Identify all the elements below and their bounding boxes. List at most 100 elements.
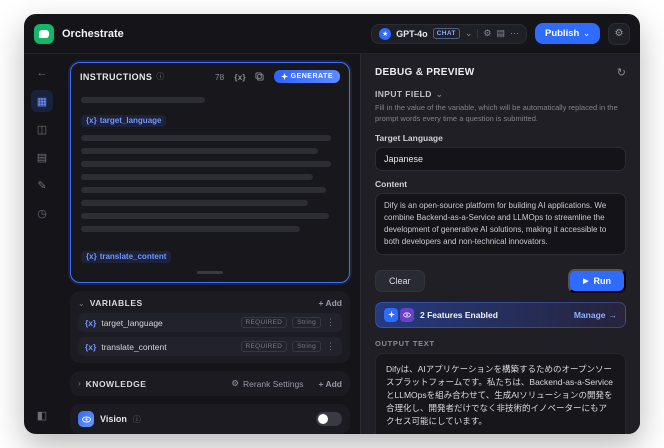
collapse-panel-icon[interactable]: ◧ [31,404,53,426]
prompt-log-icon[interactable]: ▤ [496,29,505,38]
output-text: Difyは、AIアプリケーションを構築するためのオープンソースプラットフォームで… [386,363,614,427]
model-mode-badge: CHAT [432,28,460,39]
field-label-target-language: Target Language [375,132,443,143]
content-textarea[interactable]: Dify is an open-source platform for buil… [375,192,626,255]
rerank-settings-button[interactable]: ⚙ Rerank Settings [231,378,303,389]
sparkle-icon [280,73,288,80]
app-settings-icon[interactable]: ⚙ [608,22,630,45]
variable-chip[interactable]: {x} translate_content [81,250,172,263]
variable-menu-icon[interactable]: ⋮ [326,317,335,328]
text-skeleton [81,213,329,219]
field-label-content: Content [375,178,408,189]
variable-token: {x} [85,317,97,328]
input-field-description: Fill in the value of the variable, which… [375,103,618,123]
clear-button[interactable]: Clear [375,269,425,292]
variable-menu-icon[interactable]: ⋮ [326,341,335,352]
feature-prompt-icon [384,307,398,322]
debug-preview-title: DEBUG & PREVIEW [375,67,475,78]
debug-preview-panel: DEBUG & PREVIEW ↻ INPUT FIELD ⌄ Fill in … [360,54,640,434]
orchestrate-panel: INSTRUCTIONS ⓘ 78 {x} GENERATE {x} targe… [60,54,360,434]
vision-section: Vision ⓘ [70,404,350,434]
app-logo-icon [34,23,54,44]
manage-label: Manage [573,309,606,320]
text-skeleton [81,148,319,154]
run-button[interactable]: ▶ Run [568,268,626,293]
prompt-content[interactable]: {x} target_language {x} translate_conten… [71,86,349,282]
generate-button[interactable]: GENERATE [273,70,340,83]
knowledge-section: › KNOWLEDGE ⚙ Rerank Settings + Add [70,371,350,396]
instructions-editor[interactable]: INSTRUCTIONS ⓘ 78 {x} GENERATE {x} targe… [70,62,350,283]
more-options-icon[interactable]: ⋯ [510,29,519,38]
features-bar[interactable]: 2 Features Enabled Manage → [375,301,626,328]
back-icon[interactable]: ← [31,62,53,84]
publish-label: Publish [544,28,580,39]
required-badge: REQUIRED [240,341,288,352]
add-knowledge-button[interactable]: + Add [318,379,342,389]
variable-chip-label: target_language [99,116,162,125]
scroll-indicator[interactable] [197,271,223,274]
text-skeleton [81,200,309,206]
variable-chip[interactable]: {x} target_language [81,114,167,127]
nav-annotations-icon[interactable]: ✎ [31,174,53,196]
model-settings-icon[interactable]: ⚙ [483,29,491,38]
target-language-input[interactable] [375,146,626,171]
chevron-right-icon[interactable]: › [78,379,81,388]
text-skeleton [81,174,314,180]
copy-icon[interactable] [255,72,264,81]
type-badge[interactable]: String [292,341,321,352]
text-skeleton [81,187,327,193]
type-badge[interactable]: String [292,317,321,328]
nav-logs-icon[interactable]: ▤ [31,146,53,168]
model-name: GPT-4o [396,28,428,39]
sliders-icon: ⚙ [231,378,239,388]
model-selector[interactable]: ★ GPT-4o CHAT ⌄ ⚙ ▤ ⋯ [371,23,527,44]
manage-features-button[interactable]: Manage → [574,310,617,320]
nav-api-access-icon[interactable]: ◫ [31,118,53,140]
variables-title: VARIABLES [89,298,143,308]
chevron-down-icon: ⌄ [464,28,473,38]
variables-section: ⌄ VARIABLES + Add {x} target_language RE… [70,291,350,363]
play-icon: ▶ [583,277,589,285]
knowledge-title: KNOWLEDGE [85,378,147,389]
rerank-settings-label: Rerank Settings [242,378,304,389]
refresh-icon[interactable]: ↻ [617,66,626,79]
variable-row[interactable]: {x} translate_content REQUIRED String ⋮ [78,337,342,356]
variable-name: target_language [101,317,163,328]
publish-button[interactable]: Publish ⌄ [534,23,600,44]
top-header: Orchestrate ★ GPT-4o CHAT ⌄ ⚙ ▤ ⋯ Publis… [24,14,640,54]
nav-orchestrate-icon[interactable]: ▦ [31,90,53,112]
add-variable-button[interactable]: + Add [318,298,342,308]
model-icon: ★ [379,27,392,40]
vision-icon [78,411,94,427]
output-card: Difyは、AIアプリケーションを構築するためのオープンソースプラットフォームで… [375,352,626,434]
variable-name: translate_content [101,341,167,352]
text-skeleton [81,135,332,141]
vision-toggle[interactable] [316,412,342,426]
nav-monitoring-icon[interactable]: ◷ [31,202,53,224]
page-title: Orchestrate [62,27,124,40]
vision-label: Vision [100,414,127,424]
required-badge: REQUIRED [240,317,288,328]
generate-label: GENERATE [290,73,333,80]
feature-vision-icon [400,307,414,322]
variable-token: {x} [86,252,97,261]
arrow-right-icon: → [608,309,618,320]
info-icon: ⓘ [156,72,165,81]
text-skeleton [81,161,332,167]
info-icon: ⓘ [132,414,141,424]
chevron-down-icon[interactable]: ⌄ [78,299,85,308]
variable-chip-label: translate_content [99,252,167,261]
insert-variable-icon[interactable]: {x} [234,72,245,82]
run-label: Run [593,275,612,286]
variable-row[interactable]: {x} target_language REQUIRED String ⋮ [78,313,342,332]
variable-token: {x} [85,341,97,352]
instructions-title: INSTRUCTIONS [80,71,153,82]
char-count: 78 [214,71,225,82]
chevron-down-icon: ⌄ [583,28,590,38]
variable-token: {x} [86,116,97,125]
chevron-down-icon[interactable]: ⌄ [436,90,443,99]
features-enabled-text: 2 Features Enabled [420,309,498,320]
icon-sidebar: ← ▦ ◫ ▤ ✎ ◷ ◧ [24,54,60,434]
text-skeleton [81,97,205,103]
app-window: Orchestrate ★ GPT-4o CHAT ⌄ ⚙ ▤ ⋯ Publis… [24,14,640,434]
